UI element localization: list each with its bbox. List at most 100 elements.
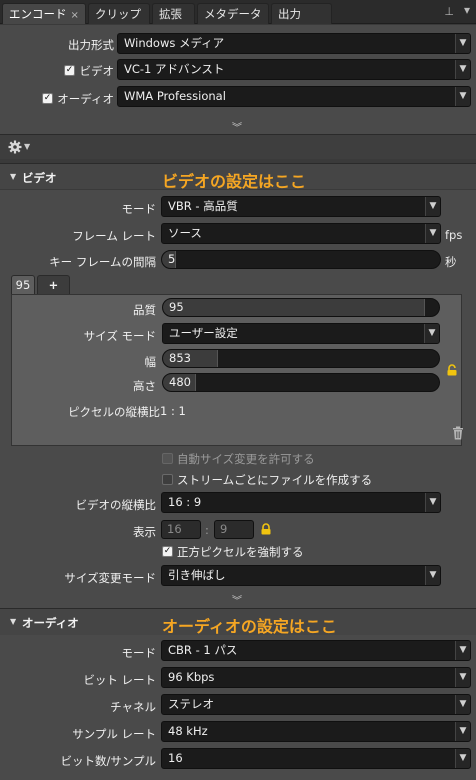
video-checkbox[interactable]: ✓ [64,65,75,76]
chevron-down-icon[interactable]: ▼ [24,142,30,151]
tab-output[interactable]: 出力 [271,3,332,24]
dropdown-arrow-icon: ▼ [425,566,440,585]
disclosure-triangle-icon[interactable]: ▼ [10,172,16,181]
bits-per-sample-select[interactable]: 16 ▼ [161,748,471,769]
quality-value: 95 [169,300,184,314]
audio-codec-select[interactable]: WMA Professional ▼ [117,86,471,107]
samplerate-label: サンプル レート [72,727,156,741]
bitrate-value: 96 Kbps [168,670,215,684]
channel-value: ステレオ [168,697,214,711]
video-section-title: ビデオ [22,171,57,185]
framerate-unit: fps [445,228,463,242]
video-aspect-value: 16 : 9 [168,495,202,509]
bitrate-label: ビット レート [83,673,156,687]
disclosure-triangle-icon[interactable]: ▼ [10,617,16,626]
tab-encode[interactable]: エンコード × [2,3,86,24]
video-mode-value: VBR - 高品質 [168,199,238,213]
close-icon[interactable]: × [71,10,79,21]
framerate-value: ソース [168,226,202,240]
lock-icon[interactable] [446,364,458,376]
pin-icon[interactable]: ⊥ [444,5,454,18]
video-codec-value: VC-1 アドバンスト [124,62,225,76]
preset-tab-95[interactable]: 95 [11,275,35,294]
keyframe-value: 5 [168,252,176,266]
audio-mode-label: モード [121,646,157,660]
height-label: 高さ [133,379,156,393]
gear-icon[interactable] [8,140,22,154]
audio-checkbox[interactable]: ✓ [42,93,53,104]
video-codec-select[interactable]: VC-1 アドバンスト ▼ [117,59,471,80]
keyframe-label: キー フレームの間隔 [49,255,156,269]
video-annotation: ビデオの設定はここ [162,172,307,191]
dropdown-arrow-icon: ▼ [455,34,470,53]
panel-menu-icon[interactable]: ▾ [464,3,470,17]
resize-mode-select[interactable]: 引き伸ばし ▼ [161,565,441,586]
keyframe-field[interactable]: 5 [161,250,441,269]
output-settings: 出力形式 Windows メディア ▼ ✓ ビデオ VC-1 アドバンスト ▼ ✓ … [0,25,476,134]
dropdown-arrow-icon: ▼ [425,224,440,243]
per-stream-label: ストリームごとにファイルを作成する [177,473,373,487]
video-mode-select[interactable]: VBR - 高品質 ▼ [161,196,441,217]
bits-per-sample-label: ビット数/サンプル [60,754,156,768]
size-mode-label: サイズ モード [83,329,156,343]
tab-label: 出力 [278,7,301,21]
tab-label: エンコード [9,7,67,21]
add-icon: + [48,278,59,292]
dropdown-arrow-icon: ▼ [455,668,470,687]
format-value: Windows メディア [124,36,225,50]
tab-metadata[interactable]: メタデータ [197,3,269,24]
tab-label: メタデータ [204,7,262,21]
pixel-aspect-value: 1 : 1 [160,404,186,418]
dropdown-arrow-icon: ▼ [455,722,470,741]
preset-tab-label: 95 [15,278,31,292]
audio-codec-value: WMA Professional [124,89,226,103]
per-stream-checkbox[interactable] [162,474,173,485]
samplerate-select[interactable]: 48 kHz ▼ [161,721,471,742]
format-label: 出力形式 [68,38,114,52]
display-separator: : [205,523,209,537]
size-mode-select[interactable]: ユーザー設定 ▼ [162,323,440,344]
video-label: ビデオ [79,64,115,78]
dropdown-arrow-icon: ▼ [455,749,470,768]
audio-section-title: オーディオ [22,616,79,630]
square-pixel-checkbox[interactable]: ✓ [162,546,173,557]
audio-mode-select[interactable]: CBR - 1 パス ▼ [161,640,471,661]
auto-resize-checkbox[interactable] [162,453,173,464]
width-value: 853 [169,351,191,365]
pixel-aspect-label: ピクセルの縦横比 [68,405,160,419]
height-value: 480 [169,375,191,389]
dropdown-arrow-icon: ▼ [455,87,470,106]
auto-resize-label: 自動サイズ変更を許可する [177,452,315,466]
width-label: 幅 [144,355,157,369]
tab-label: クリップ [95,7,141,21]
quality-label: 品質 [133,303,156,317]
trash-icon[interactable] [452,426,464,440]
display-width-field[interactable]: 16 [161,520,201,539]
dropdown-arrow-icon: ▼ [425,197,440,216]
resize-mode-label: サイズ変更モード [64,571,156,585]
lock-icon[interactable] [260,523,272,535]
channel-label: チャネル [110,700,156,714]
chevron-down-icon[interactable]: ︾ [232,592,242,607]
display-height-value: 9 [220,522,228,536]
format-select[interactable]: Windows メディア ▼ [117,33,471,54]
add-preset-tab[interactable]: + [37,275,70,294]
video-aspect-select[interactable]: 16 : 9 ▼ [161,492,441,513]
samplerate-value: 48 kHz [168,724,208,738]
square-pixel-label: 正方ピクセルを強制する [177,545,304,559]
display-height-field[interactable]: 9 [214,520,254,539]
resize-mode-value: 引き伸ばし [168,568,226,582]
audio-mode-value: CBR - 1 パス [168,643,238,657]
height-slider[interactable]: 480 [162,373,440,392]
quality-slider[interactable]: 95 [162,298,440,317]
tab-clip[interactable]: クリップ [88,3,150,24]
bitrate-select[interactable]: 96 Kbps ▼ [161,667,471,688]
framerate-select[interactable]: ソース ▼ [161,223,441,244]
tab-extend[interactable]: 拡張 [152,3,195,24]
channel-select[interactable]: ステレオ ▼ [161,694,471,715]
size-mode-value: ユーザー設定 [169,326,238,340]
display-label: 表示 [133,525,156,539]
chevron-down-icon[interactable]: ︾ [232,119,242,134]
display-width-value: 16 [167,522,182,536]
width-slider[interactable]: 853 [162,349,440,368]
